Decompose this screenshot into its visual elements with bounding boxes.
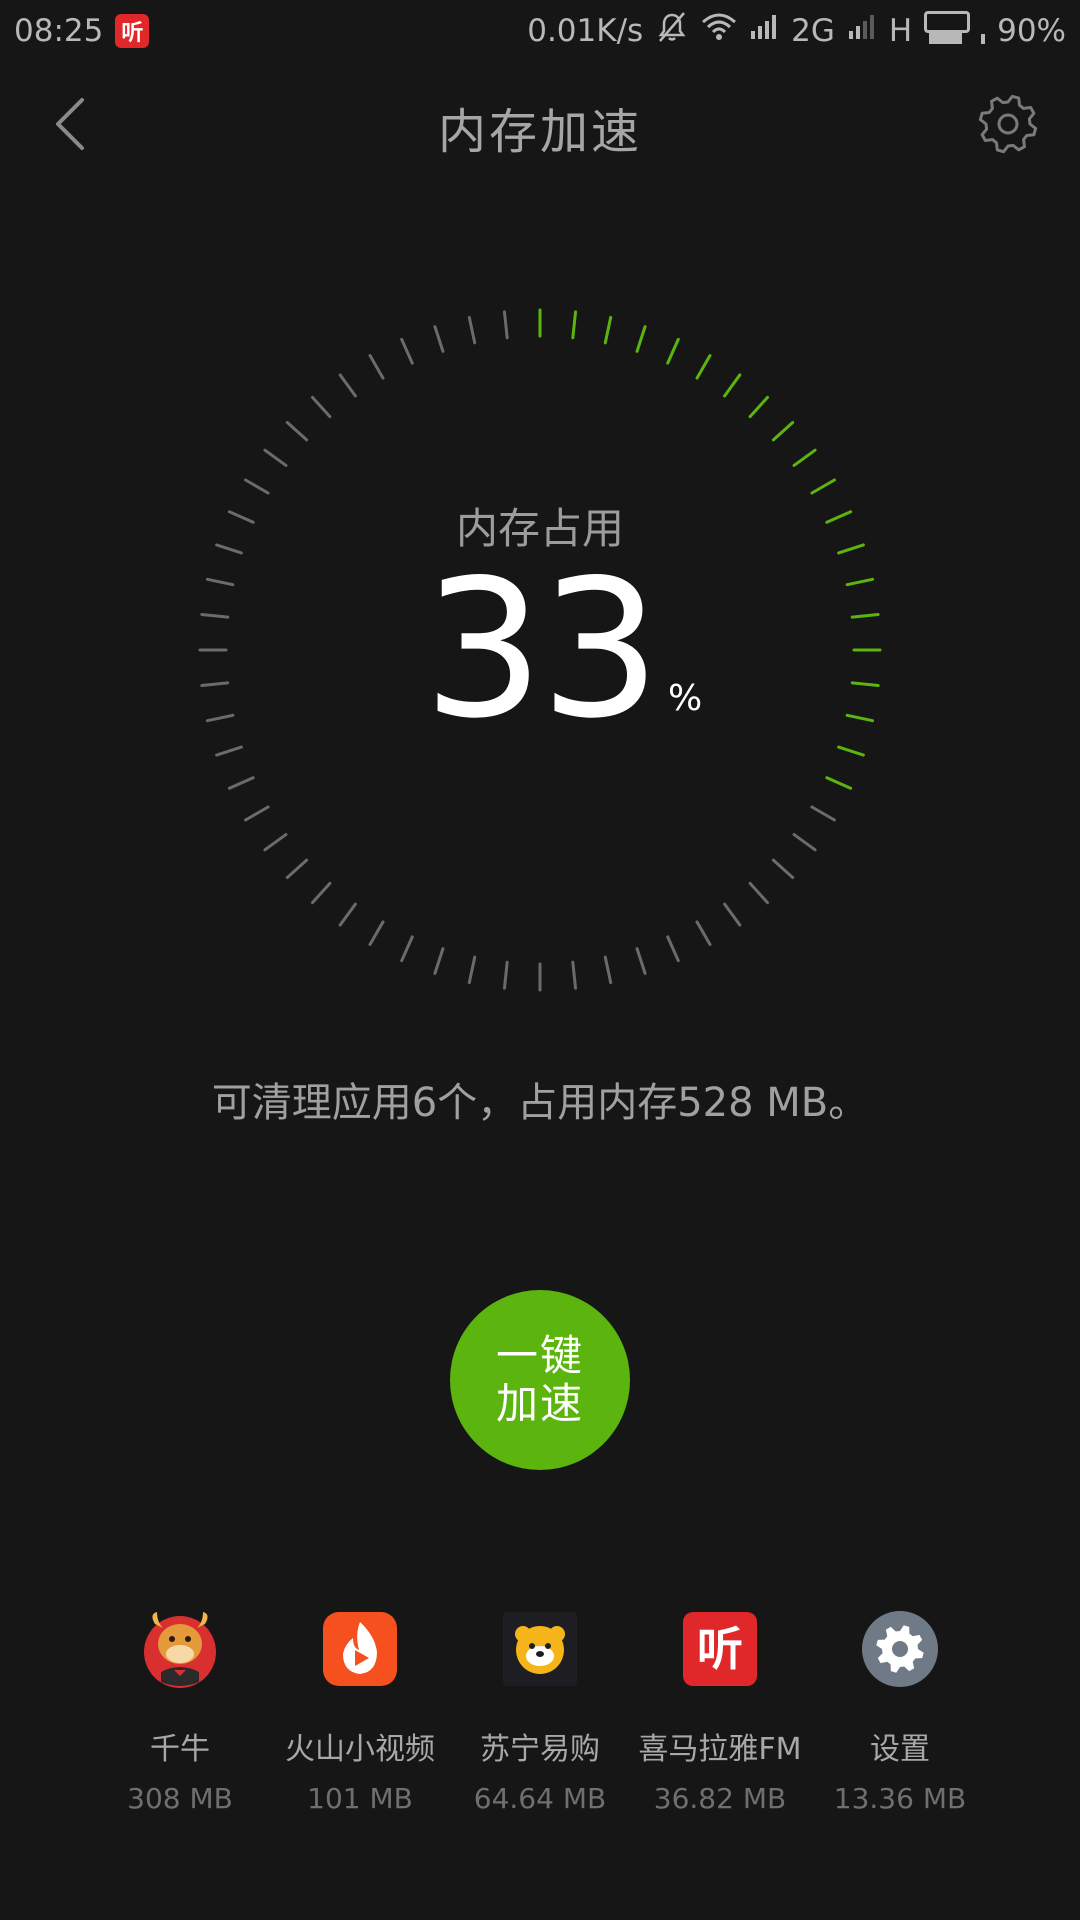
gear-icon — [978, 94, 1038, 154]
signal-icon-2 — [847, 13, 877, 49]
page-title: 内存加速 — [437, 104, 642, 160]
network-speed: 0.01K/s — [527, 13, 644, 49]
bell-muted-icon — [655, 10, 689, 52]
gauge-tick — [771, 858, 795, 880]
gauge-tick — [433, 325, 445, 353]
gauge-tick — [263, 448, 288, 467]
suning-icon — [501, 1610, 579, 1688]
header: 内存加速 — [0, 70, 1080, 180]
gauge-tick — [603, 315, 613, 345]
app-name: 设置 — [870, 1732, 930, 1767]
gauge-tick — [635, 947, 647, 975]
gauge-tick — [695, 354, 712, 380]
gauge-tick — [635, 325, 647, 353]
gauge-tick — [227, 776, 255, 790]
status-time: 08:25 — [14, 13, 104, 49]
gauge-tick — [748, 395, 770, 419]
app-item-qianniu[interactable]: 千牛 308 MB — [90, 1610, 270, 1815]
app-list: 千牛 308 MB 火山小视频 101 MB 苏宁易购 64.64 MB 听 喜… — [0, 1610, 1080, 1830]
gauge-tick — [810, 478, 836, 495]
gauge-tick — [723, 373, 742, 398]
gauge-tick — [368, 354, 385, 380]
app-size: 308 MB — [127, 1782, 233, 1815]
gauge-tick — [502, 310, 509, 340]
gauge-tick — [310, 395, 332, 419]
status-left: 08:25 听 — [14, 13, 150, 49]
settings-app-icon — [861, 1610, 939, 1688]
qianniu-icon — [141, 1610, 219, 1688]
app-item-huoshan[interactable]: 火山小视频 101 MB — [270, 1610, 450, 1815]
gauge-tick — [695, 920, 712, 946]
battery-percent: 90% — [997, 13, 1066, 49]
status-right: 0.01K/s 2G H 90% — [527, 10, 1066, 52]
memory-boost-screen: 08:25 听 0.01K/s 2G H 90% 内存加速 内存占用 33 % … — [0, 0, 1080, 1920]
app-name: 千牛 — [150, 1732, 210, 1767]
huoshan-icon — [321, 1610, 399, 1688]
cleanup-summary: 可清理应用6个，占用内存528 MB。 — [211, 1080, 869, 1126]
app-size: 13.36 MB — [833, 1782, 967, 1815]
boost-label-line1: 一键 — [495, 1331, 584, 1380]
gauge-tick — [467, 955, 477, 985]
signal-icon — [749, 13, 779, 49]
gauge-tick — [338, 902, 357, 927]
app-name: 苏宁易购 — [480, 1732, 600, 1767]
app-size: 101 MB — [307, 1782, 413, 1815]
gauge-tick — [285, 420, 309, 442]
gauge-unit: % — [668, 678, 703, 719]
memory-usage-gauge: 内存占用 33 % — [190, 300, 890, 1000]
gauge-tick — [571, 310, 578, 340]
gauge-tick — [771, 420, 795, 442]
wifi-icon — [701, 12, 737, 50]
network-h: H — [888, 13, 913, 49]
gauge-tick — [723, 902, 742, 927]
gauge-tick — [400, 337, 414, 365]
app-name: 喜马拉雅FM — [638, 1732, 802, 1767]
gauge-tick — [502, 960, 509, 990]
gauge-tick — [825, 776, 853, 790]
gauge-tick — [603, 955, 613, 985]
app-item-settings[interactable]: 设置 13.36 MB — [810, 1610, 990, 1815]
ximalaya-notification-icon: 听 — [115, 14, 150, 48]
gauge-value: 33 — [423, 539, 661, 760]
gauge-tick — [571, 960, 578, 990]
app-size: 36.82 MB — [653, 1782, 787, 1815]
app-size: 64.64 MB — [473, 1782, 607, 1815]
status-bar: 08:25 听 0.01K/s 2G H 90% — [0, 0, 1080, 62]
network-2g: 2G — [791, 13, 835, 49]
gauge-tick — [666, 337, 680, 365]
app-item-ximalaya[interactable]: 听 喜马拉雅FM 36.82 MB — [630, 1610, 810, 1815]
gauge-tick — [244, 805, 270, 822]
gauge-tick — [310, 881, 332, 905]
app-name: 火山小视频 — [285, 1732, 435, 1767]
ximalaya-icon: 听 — [681, 1610, 759, 1688]
battery-icon — [924, 10, 986, 52]
app-item-suning[interactable]: 苏宁易购 64.64 MB — [450, 1610, 630, 1815]
gauge-tick — [368, 920, 385, 946]
boost-label-line2: 加速 — [495, 1379, 584, 1428]
gauge-tick — [285, 858, 309, 880]
one-tap-boost-button[interactable]: 一键 加速 — [450, 1290, 630, 1470]
gauge-tick — [338, 373, 357, 398]
gauge-tick — [433, 947, 445, 975]
ximalaya-glyph: 听 — [697, 1622, 743, 1676]
gauge-tick — [792, 448, 817, 467]
settings-button[interactable] — [976, 92, 1040, 156]
gauge-tick — [810, 805, 836, 822]
gauge-tick — [666, 935, 680, 963]
gauge-tick — [748, 881, 770, 905]
gauge-tick — [400, 935, 414, 963]
gauge-tick — [467, 315, 477, 345]
gauge-tick — [792, 833, 817, 852]
gauge-tick — [244, 478, 270, 495]
gauge-tick — [263, 833, 288, 852]
